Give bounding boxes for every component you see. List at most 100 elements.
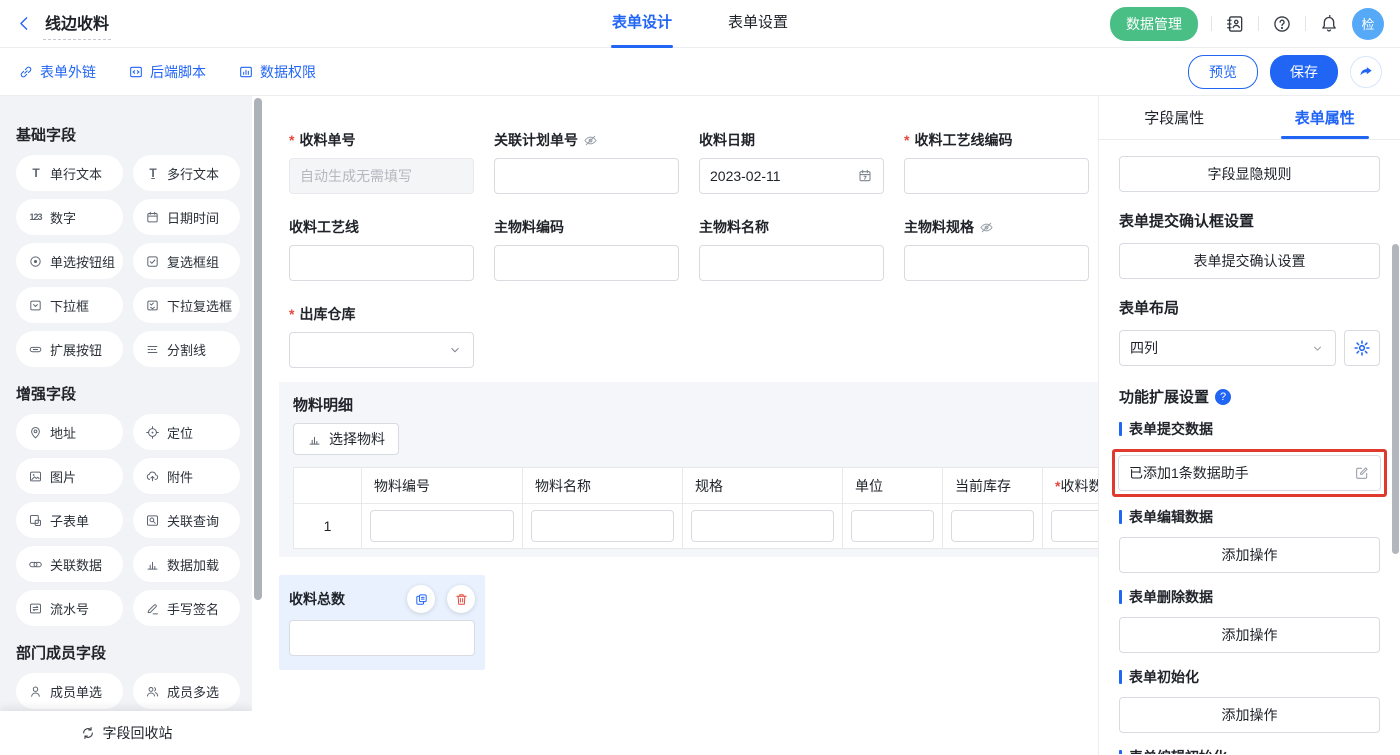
field-type-divider[interactable]: 分割线 <box>133 331 240 367</box>
required-asterisk: * <box>289 306 294 322</box>
field-type-data-load[interactable]: 数据加载 <box>133 546 240 582</box>
field-type-calendar[interactable]: 日期时间 <box>133 199 240 235</box>
field-input[interactable] <box>494 245 679 281</box>
date-input[interactable]: 2023-02-11 <box>699 158 884 194</box>
field-type-subform[interactable]: 子表单 <box>16 502 123 538</box>
layout-select[interactable]: 四列 <box>1119 330 1336 366</box>
back-button[interactable] <box>16 15 33 32</box>
help-icon[interactable] <box>1272 14 1292 34</box>
field-input[interactable] <box>904 245 1089 281</box>
field-type-locate-target[interactable]: 定位 <box>133 414 240 450</box>
form-field[interactable]: *收料工艺线编码 <box>904 130 1089 194</box>
subform-cell-input[interactable] <box>851 510 934 542</box>
field-type-serial-number[interactable]: 流水号 <box>16 590 123 626</box>
field-type-extend-button[interactable]: 扩展按钮 <box>16 331 123 367</box>
data-assistant-box[interactable]: 已添加1条数据助手 <box>1118 455 1381 491</box>
chevron-down-icon <box>447 342 463 358</box>
field-type-member-single[interactable]: 成员单选 <box>16 673 123 709</box>
form-field[interactable]: 关联计划单号 <box>494 130 679 194</box>
field-type-related-query[interactable]: 关联查询 <box>133 502 240 538</box>
member-multi-icon <box>145 684 160 699</box>
sidebar-scrollbar[interactable] <box>252 96 265 755</box>
submit-confirm-title: 表单提交确认框设置 <box>1119 210 1380 231</box>
field-type-checkbox[interactable]: 复选框组 <box>133 243 240 279</box>
help-badge-icon[interactable]: ? <box>1215 389 1231 405</box>
panel-tab-1[interactable]: 字段属性 <box>1099 96 1250 139</box>
toolbar-link-data-permission[interactable]: 数据权限 <box>238 62 316 82</box>
secondary-toolbar: 表单外链 后端脚本 数据权限 预览 保存 <box>0 48 1400 96</box>
subform-cell-input[interactable] <box>951 510 1034 542</box>
subform-cell-input[interactable] <box>691 510 834 542</box>
toolbar-link-script[interactable]: 后端脚本 <box>128 62 206 82</box>
field-input[interactable] <box>289 620 475 656</box>
panel-scrollbar-thumb[interactable] <box>1392 244 1399 554</box>
form-field[interactable]: 主物料规格 <box>904 217 1089 281</box>
field-recycle-bin[interactable]: 字段回收站 <box>0 711 252 755</box>
field-display-rules-button[interactable]: 字段显隐规则 <box>1119 156 1380 192</box>
field-type-attachment-cloud[interactable]: 附件 <box>133 458 240 494</box>
field-input-disabled[interactable]: 自动生成无需填写 <box>289 158 474 194</box>
submit-confirm-button[interactable]: 表单提交确认设置 <box>1119 243 1380 279</box>
attachment-cloud-icon <box>145 469 160 484</box>
form-field[interactable]: 主物料名称 <box>699 217 884 281</box>
toolbar-link-link[interactable]: 表单外链 <box>18 62 96 82</box>
highlight-red-box: 已添加1条数据助手 <box>1112 449 1387 497</box>
subform-cell-input[interactable] <box>1051 510 1098 542</box>
layout-settings-button[interactable] <box>1344 330 1380 366</box>
form-field[interactable]: 主物料编码 <box>494 217 679 281</box>
delete-field-button[interactable] <box>447 585 475 613</box>
form-field[interactable]: 收料日期2023-02-11 <box>699 130 884 194</box>
field-type-image[interactable]: 图片 <box>16 458 123 494</box>
field-type-multi-dropdown[interactable]: 下拉复选框 <box>133 287 240 323</box>
form-field[interactable]: *收料单号自动生成无需填写 <box>289 130 474 194</box>
scrollbar-thumb[interactable] <box>254 98 262 600</box>
contacts-book-icon[interactable] <box>1225 14 1245 34</box>
select-input[interactable] <box>289 332 474 368</box>
notification-bell-icon[interactable] <box>1319 14 1339 34</box>
subform-column-header: 规格 <box>683 468 843 504</box>
field-type-dropdown[interactable]: 下拉框 <box>16 287 123 323</box>
form-field[interactable]: 收料工艺线 <box>289 217 474 281</box>
subform-material-detail[interactable]: 物料明细 选择物料 物料编号物料名称规格单位当前库存*收料数量1 <box>279 382 1098 557</box>
selected-field-receive-total[interactable]: 收料总数 <box>279 575 485 670</box>
main-tab-1[interactable]: 表单设计 <box>584 0 700 48</box>
share-button[interactable] <box>1350 56 1382 88</box>
subform-cell-input[interactable] <box>370 510 514 542</box>
field-type-radio[interactable]: 单选按钮组 <box>16 243 123 279</box>
field-type-multi-text[interactable]: Ṯ多行文本 <box>133 155 240 191</box>
main-tab-2[interactable]: 表单设置 <box>700 0 816 48</box>
image-icon <box>28 469 43 484</box>
add-operation-button[interactable]: 添加操作 <box>1119 617 1380 653</box>
signature-pen-icon <box>145 601 160 616</box>
field-type-address-pin[interactable]: 地址 <box>16 414 123 450</box>
form-field[interactable]: *出库仓库 <box>289 304 474 368</box>
field-label: 收料工艺线 <box>289 217 359 237</box>
field-input[interactable] <box>494 158 679 194</box>
required-asterisk: * <box>289 132 294 148</box>
subform-column-header: 物料编号 <box>362 468 523 504</box>
link-icon <box>18 64 34 80</box>
field-type-related-data[interactable]: 关联数据 <box>16 546 123 582</box>
panel-tab-2[interactable]: 表单属性 <box>1250 96 1400 139</box>
field-input[interactable] <box>904 158 1089 194</box>
preview-button[interactable]: 预览 <box>1188 55 1258 89</box>
gear-icon <box>1353 339 1371 357</box>
add-operation-button[interactable]: 添加操作 <box>1119 537 1380 573</box>
select-material-button[interactable]: 选择物料 <box>293 423 399 455</box>
avatar[interactable]: 检 <box>1352 8 1384 40</box>
field-type-member-multi[interactable]: 成员多选 <box>133 673 240 709</box>
divider <box>1211 16 1212 31</box>
field-input[interactable] <box>699 245 884 281</box>
subform-cell-input[interactable] <box>531 510 674 542</box>
add-operation-button[interactable]: 添加操作 <box>1119 697 1380 733</box>
save-button[interactable]: 保存 <box>1270 55 1338 89</box>
field-type-number[interactable]: 123数字 <box>16 199 123 235</box>
field-input[interactable] <box>289 245 474 281</box>
number-icon: 123 <box>28 212 43 222</box>
field-type-signature-pen[interactable]: 手写签名 <box>133 590 240 626</box>
field-label: 主物料编码 <box>494 217 564 237</box>
eye-off-icon <box>583 133 598 148</box>
field-type-single-text[interactable]: T单行文本 <box>16 155 123 191</box>
duplicate-field-button[interactable] <box>407 585 435 613</box>
data-manage-button[interactable]: 数据管理 <box>1110 7 1198 41</box>
